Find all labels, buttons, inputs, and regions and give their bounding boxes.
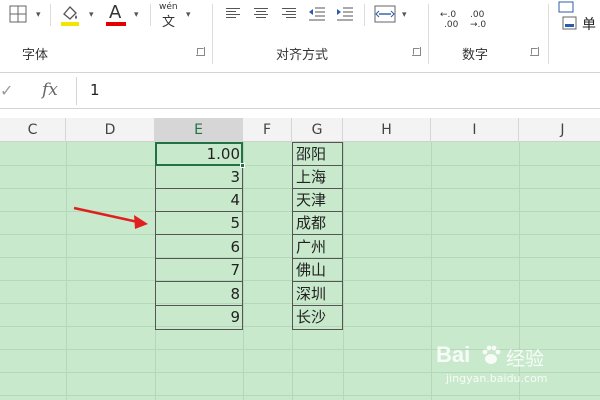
cell-e4[interactable]: 5 (155, 212, 243, 235)
decrease-indent-icon[interactable] (308, 6, 326, 22)
watermark-url: jingyan.baidu.com (446, 372, 548, 385)
fill-handle[interactable] (240, 163, 245, 168)
align-left-icon[interactable] (226, 8, 242, 22)
formula-bar: ✓ fx 1 (0, 72, 600, 109)
column-header-e[interactable]: E (155, 118, 243, 142)
increase-decimal-top: ←.0 (440, 10, 457, 20)
column-header-bar: C D E F G H I J (0, 118, 600, 142)
ribbon: ▾ ▾ A ▾ wén 文 ▾ 字体 ▾ 对齐方式 ←.0 .00 .00 →.… (0, 0, 600, 72)
baidu-jingyan-watermark: Bai 经验 jingyan.baidu.com (436, 342, 586, 392)
column-header-f[interactable]: F (243, 118, 292, 142)
font-group-label: 字体 (22, 48, 49, 63)
column-header-g[interactable]: G (292, 118, 343, 142)
cell-g8[interactable]: 长沙 (292, 306, 343, 329)
merge-dropdown-icon[interactable]: ▾ (402, 10, 407, 20)
increase-decimal-button[interactable]: ←.0 .00 (440, 10, 466, 36)
red-arrow-icon (73, 206, 148, 229)
cell-g4[interactable]: 成都 (292, 212, 343, 235)
cell-style-label: 单 (582, 17, 596, 33)
cell-style-icon (562, 16, 577, 30)
decrease-decimal-top: .00 (470, 10, 485, 20)
cell-g2[interactable]: 上海 (292, 166, 343, 189)
increase-indent-icon[interactable] (336, 6, 354, 22)
cell-g1[interactable]: 邵阳 (292, 143, 343, 166)
active-cell-border (155, 142, 243, 166)
cell-e6[interactable]: 7 (155, 259, 243, 282)
cell-e3[interactable]: 4 (155, 189, 243, 212)
cell-e7[interactable]: 8 (155, 283, 243, 306)
font-dialog-launcher-icon[interactable] (196, 47, 205, 56)
watermark-brand2: 经验 (506, 348, 545, 370)
cancel-check-icon[interactable]: ✓ (0, 81, 13, 100)
align-right-icon[interactable] (282, 8, 298, 22)
align-center-icon[interactable] (254, 8, 270, 22)
cell-format-icon[interactable] (558, 0, 578, 14)
borders-dropdown-icon[interactable]: ▾ (36, 10, 41, 20)
phonetic-char: 文 (162, 15, 176, 30)
formula-input[interactable]: 1 (90, 81, 100, 99)
decrease-decimal-bottom: →.0 (470, 20, 487, 30)
borders-icon (9, 5, 27, 23)
column-header-d[interactable]: D (66, 118, 155, 142)
column-header-h[interactable]: H (343, 118, 431, 142)
font-color-button[interactable]: A (104, 2, 128, 26)
font-color-bar (106, 22, 126, 26)
alignment-group-label: 对齐方式 (276, 48, 329, 63)
phonetic-guide-button[interactable]: wén 文 (156, 2, 180, 30)
cell-g7[interactable]: 深圳 (292, 283, 343, 306)
increase-decimal-bottom: .00 (444, 20, 459, 30)
paint-bucket-icon (61, 6, 79, 26)
cell-e8[interactable]: 9 (155, 306, 243, 329)
column-header-c[interactable]: C (0, 118, 66, 142)
cell-e2[interactable]: 3 (155, 166, 243, 189)
merge-center-icon[interactable] (374, 4, 396, 24)
paw-icon (482, 345, 501, 364)
worksheet-grid[interactable]: 1.00 3 4 5 6 7 8 9 邵阳 上海 天津 成都 广州 佛山 深圳 … (0, 142, 600, 400)
borders-button[interactable] (8, 4, 30, 26)
toolbar-gap (0, 109, 600, 118)
cell-g6[interactable]: 佛山 (292, 259, 343, 282)
number-group-label: 数字 (462, 48, 489, 63)
font-color-letter: A (109, 2, 122, 23)
number-dialog-launcher-icon[interactable] (530, 47, 539, 56)
watermark-brand: Bai (436, 342, 471, 367)
decrease-decimal-button[interactable]: .00 →.0 (470, 10, 496, 36)
font-color-dropdown-icon[interactable]: ▾ (134, 10, 139, 20)
fill-color-button[interactable] (58, 2, 82, 26)
phonetic-dropdown-icon[interactable]: ▾ (186, 10, 191, 20)
cell-g3[interactable]: 天津 (292, 189, 343, 212)
alignment-dialog-launcher-icon[interactable] (412, 47, 421, 56)
insert-function-button[interactable]: fx (42, 80, 58, 100)
fill-color-dropdown-icon[interactable]: ▾ (89, 10, 94, 20)
column-header-i[interactable]: I (431, 118, 519, 142)
cell-e5[interactable]: 6 (155, 236, 243, 259)
cell-style-button[interactable]: 单 (562, 14, 600, 36)
cell-g5[interactable]: 广州 (292, 236, 343, 259)
column-header-j[interactable]: J (519, 118, 600, 142)
